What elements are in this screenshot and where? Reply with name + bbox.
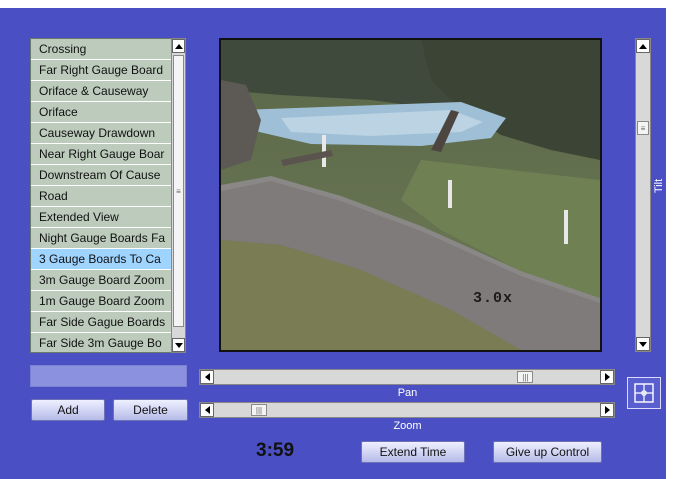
preset-list-item[interactable]: 1m Gauge Board Zoom (31, 291, 185, 312)
pan-right-button[interactable] (600, 370, 614, 384)
preset-list-item[interactable]: Causeway Drawdown (31, 123, 185, 144)
preset-list-item[interactable]: Far Right Gauge Board (31, 60, 185, 81)
control-timer: 3:59 (256, 440, 295, 461)
preset-list[interactable]: Crossing Far Right Gauge Board Oriface & C… (30, 38, 186, 353)
tilt-down-button[interactable] (636, 337, 650, 351)
zoom-right-button[interactable] (600, 403, 614, 417)
extend-time-button[interactable]: Extend Time (361, 441, 465, 463)
zoom-label: Zoom (393, 420, 422, 432)
preset-name-field[interactable] (30, 365, 187, 387)
center-camera-button[interactable] (627, 377, 661, 409)
pan-slider-thumb[interactable]: ||| (517, 371, 534, 383)
scroll-down-button[interactable] (172, 338, 185, 352)
arrow-right-icon (604, 406, 610, 414)
preset-list-item[interactable]: Downstream Of Cause (31, 165, 185, 186)
preset-list-scroll-thumb[interactable]: ≡ (173, 55, 184, 327)
preset-list-item[interactable]: Extended View (31, 207, 185, 228)
preset-list-item[interactable]: Far Side 3m Gauge Bo (31, 333, 185, 352)
pan-slider[interactable]: ||| (199, 369, 615, 385)
arrow-left-icon (204, 373, 210, 381)
zoom-slider[interactable]: ||| (199, 402, 615, 418)
preset-list-item[interactable]: Near Right Gauge Boar (31, 144, 185, 165)
zoom-left-button[interactable] (200, 403, 214, 417)
preset-list-item[interactable]: Oriface (31, 102, 185, 123)
preset-list-item[interactable]: Crossing (31, 39, 185, 60)
add-button[interactable]: Add (31, 399, 105, 421)
arrow-up-icon (639, 43, 647, 49)
zoom-slider-thumb[interactable]: ||| (251, 404, 267, 416)
arrow-down-icon (639, 341, 647, 347)
give-up-control-button[interactable]: Give up Control (493, 441, 602, 463)
arrow-up-icon (174, 43, 183, 49)
zoom-level-overlay: 3.0x (473, 290, 514, 307)
right-edge (666, 0, 678, 479)
delete-button[interactable]: Delete (113, 399, 188, 421)
tilt-up-button[interactable] (636, 39, 650, 53)
scroll-up-button[interactable] (172, 39, 185, 53)
camera-video-feed[interactable]: 3.0x (219, 38, 602, 352)
arrow-down-icon (174, 342, 183, 348)
crosshair-icon (634, 383, 654, 403)
preset-list-item[interactable]: Road (31, 186, 185, 207)
preset-list-item[interactable]: Far Side Gague Boards (31, 312, 185, 333)
preset-list-item[interactable]: 3 Gauge Boards To Ca (31, 249, 185, 270)
camera-image (221, 40, 600, 350)
top-banner-strip (0, 0, 678, 8)
preset-list-item[interactable]: Night Gauge Boards Fa (31, 228, 185, 249)
tilt-slider-thumb[interactable]: ≡ (637, 121, 649, 135)
preset-list-scrollbar[interactable]: ≡ (171, 38, 186, 353)
preset-list-item[interactable]: 3m Gauge Board Zoom (31, 270, 185, 291)
tilt-slider[interactable]: ≡ (635, 38, 651, 352)
arrow-right-icon (604, 373, 610, 381)
pan-label: Pan (397, 387, 418, 399)
tilt-label: Tilt (653, 178, 666, 194)
preset-list-item[interactable]: Oriface & Causeway (31, 81, 185, 102)
arrow-left-icon (204, 406, 210, 414)
pan-left-button[interactable] (200, 370, 214, 384)
